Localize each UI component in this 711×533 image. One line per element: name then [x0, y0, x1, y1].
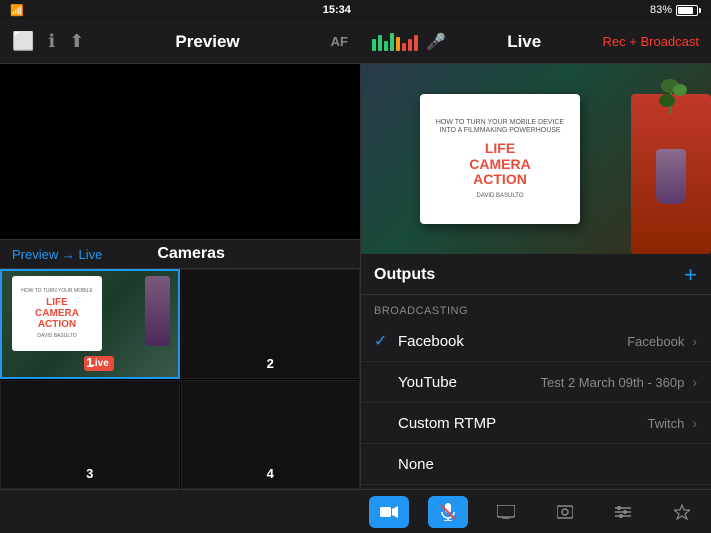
youtube-name: YouTube	[398, 374, 533, 391]
none-name: None	[398, 456, 697, 473]
cameras-bar: Preview → Live Cameras	[0, 239, 360, 269]
info-icon[interactable]: ℹ	[48, 31, 55, 52]
camera-4-number: 4	[261, 463, 280, 484]
vase	[656, 149, 686, 204]
outputs-header: Outputs +	[360, 254, 711, 295]
status-time: 15:34	[323, 4, 351, 16]
book-cover: HOW TO TURN YOUR MOBILE DEVICEINTO A FIL…	[420, 94, 580, 224]
left-bottom-bar	[0, 489, 360, 533]
book-subtitle: HOW TO TURN YOUR MOBILE DEVICEINTO A FIL…	[436, 119, 564, 136]
status-left: 📶	[10, 4, 24, 17]
youtube-chevron: ›	[692, 374, 697, 390]
live-book-visual: HOW TO TURN YOUR MOBILE DEVICEINTO A FIL…	[360, 64, 711, 254]
photo-button[interactable]	[545, 496, 585, 528]
facebook-detail: Facebook	[627, 334, 684, 349]
live-title: Live	[454, 32, 595, 52]
output-row-rtmp[interactable]: ✓ Custom RTMP Twitch ›	[360, 403, 711, 444]
rec-broadcast-button[interactable]: Rec + Broadcast	[603, 34, 699, 49]
broadcasting-label: BROADCASTING	[360, 295, 711, 321]
camera-cell-1[interactable]: HOW TO TURN YOUR MOBILE LIFECAMERAACTION…	[0, 269, 180, 379]
status-bar: 📶 15:34 83%	[0, 0, 711, 20]
camera-cell-3[interactable]: 3	[0, 380, 180, 490]
video-button[interactable]	[369, 496, 409, 528]
bottom-toolbar	[360, 489, 711, 533]
toolbar-right: 🎤 Live Rec + Broadcast	[360, 32, 711, 52]
output-row-none[interactable]: ✓ None	[360, 444, 711, 485]
output-row-youtube[interactable]: ✓ YouTube Test 2 March 09th - 360p ›	[360, 362, 711, 403]
rtmp-detail: Twitch	[647, 416, 684, 431]
mic-button[interactable]	[428, 496, 468, 528]
rtmp-chevron: ›	[692, 415, 697, 431]
book-author: DAVID BASULTO	[476, 193, 523, 199]
panel-divider	[360, 64, 361, 489]
audio-levels	[372, 33, 418, 51]
battery-icon	[676, 5, 701, 16]
wifi-icon: 📶	[10, 4, 24, 17]
toolbar-left: ⬜ ℹ ⬆ Preview AF	[0, 31, 360, 52]
youtube-detail: Test 2 March 09th - 360p	[541, 375, 685, 390]
book-title-life: LIFE	[485, 141, 515, 156]
camera-2-number: 2	[261, 353, 280, 374]
outputs-panel: Outputs + BROADCASTING ✓ Facebook Facebo…	[360, 254, 711, 489]
preview-live-label: Preview → Live	[0, 247, 102, 262]
camera-cell-2[interactable]: 2	[181, 269, 361, 379]
camera-cell-4[interactable]: 4	[181, 380, 361, 490]
left-panel: Preview → Live Cameras HOW TO TURN YOUR …	[0, 64, 360, 489]
toolbar-left-icons: ⬜ ℹ ⬆	[12, 31, 84, 52]
share-icon[interactable]: ⬆	[69, 31, 84, 52]
facebook-name: Facebook	[398, 333, 619, 350]
camera-3-number: 3	[80, 463, 99, 484]
camera-grid: HOW TO TURN YOUR MOBILE LIFECAMERAACTION…	[0, 269, 360, 489]
plant-decoration	[641, 84, 701, 204]
star-button[interactable]	[662, 496, 702, 528]
book-title-camera: CAMERA	[469, 157, 530, 172]
live-view: HOW TO TURN YOUR MOBILE DEVICEINTO A FIL…	[360, 64, 711, 254]
mic-icon[interactable]: 🎤	[426, 32, 446, 52]
camera-1-number: 1	[80, 352, 99, 373]
add-output-button[interactable]: +	[684, 264, 697, 286]
screen-icon[interactable]: ⬜	[12, 31, 34, 52]
sliders-button[interactable]	[603, 496, 643, 528]
rtmp-name: Custom RTMP	[398, 415, 639, 432]
facebook-chevron: ›	[692, 333, 697, 349]
preview-title: Preview	[84, 32, 330, 52]
af-button[interactable]: AF	[331, 34, 348, 49]
monitor-button[interactable]	[486, 496, 526, 528]
battery-percent: 83%	[650, 4, 672, 16]
book-title-action: ACTION	[473, 172, 527, 187]
status-right: 83%	[650, 4, 701, 16]
cameras-label: Cameras	[102, 245, 280, 263]
top-toolbar: ⬜ ℹ ⬆ Preview AF 🎤 Live Rec + Broadcast	[0, 20, 711, 64]
preview-area	[0, 64, 360, 239]
outputs-title: Outputs	[374, 266, 435, 284]
right-panel: HOW TO TURN YOUR MOBILE DEVICEINTO A FIL…	[360, 64, 711, 489]
facebook-check: ✓	[374, 331, 390, 351]
output-row-facebook[interactable]: ✓ Facebook Facebook ›	[360, 321, 711, 362]
